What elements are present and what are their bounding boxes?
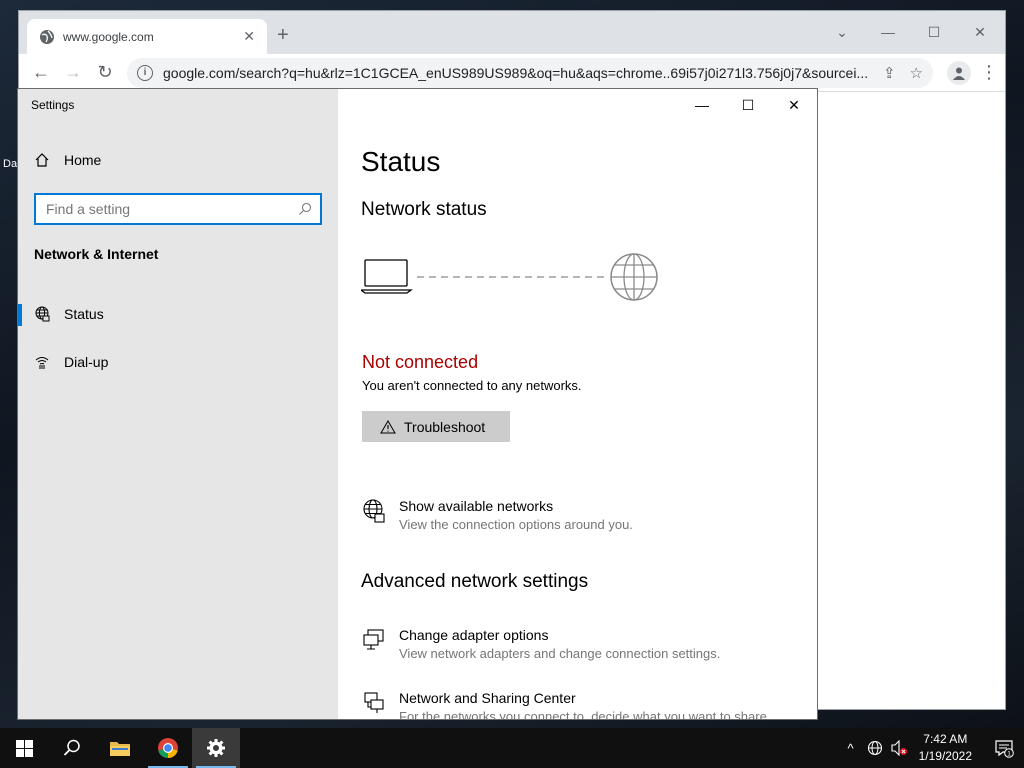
file-explorer-button[interactable] [96, 728, 144, 768]
browser-tab[interactable]: www.google.com ✕ [27, 19, 267, 54]
browser-toolbar: ← → ↻ i google.com/search?q=hu&rlz=1C1GC… [19, 54, 1005, 92]
close-icon[interactable]: ✕ [957, 17, 1003, 47]
search-icon[interactable] [298, 202, 312, 216]
internet-globe-icon [610, 253, 658, 301]
sidebar-item-dial-up[interactable]: Dial-up [18, 342, 338, 382]
new-tab-icon[interactable]: + [277, 25, 289, 45]
sharing-center-icon [364, 692, 384, 713]
sidebar-item-label: Status [64, 306, 104, 322]
settings-taskbar-button[interactable] [192, 728, 240, 768]
globe-icon [35, 306, 50, 322]
clock-time: 7:42 AM [923, 732, 968, 746]
profile-avatar-icon[interactable] [947, 60, 971, 85]
address-bar[interactable]: i google.com/search?q=hu&rlz=1C1GCEA_enU… [127, 57, 933, 88]
maximize-icon[interactable]: ☐ [911, 17, 957, 47]
chrome-taskbar-button[interactable] [144, 728, 192, 768]
chrome-icon [158, 738, 178, 758]
link-text: Change adapter options View network adap… [399, 626, 720, 663]
bookmark-star-icon[interactable]: ☆ [910, 64, 923, 82]
minimize-icon[interactable]: — [865, 17, 911, 47]
link-title: Change adapter options [399, 627, 549, 643]
globe-favicon-icon [40, 29, 54, 44]
dial-up-icon [35, 357, 49, 369]
warning-icon [380, 419, 396, 433]
tab-search-icon[interactable]: ⌄ [819, 17, 865, 47]
search-icon [63, 739, 80, 756]
forward-arrow-icon[interactable]: → [57, 59, 89, 87]
link-subtitle: View the connection options around you. [399, 517, 633, 532]
window-title: Settings [31, 98, 75, 112]
site-info-icon[interactable]: i [137, 64, 153, 81]
change-adapter-options-link[interactable]: Change adapter options View network adap… [362, 626, 720, 663]
globe-network-icon [363, 499, 385, 523]
sidebar-item-status[interactable]: Status [18, 294, 338, 334]
troubleshoot-button[interactable]: Troubleshoot [362, 411, 510, 442]
url-text: google.com/search?q=hu&rlz=1C1GCEA_enUS9… [163, 64, 869, 81]
system-tray: ^ 7:42 AM 1/19/2022 1 [839, 728, 1024, 768]
chevron-up-icon[interactable]: ^ [839, 741, 863, 756]
show-available-networks-link[interactable]: Show available networks View the connect… [362, 497, 633, 534]
action-center-button[interactable]: 1 [984, 738, 1024, 758]
tab-close-icon[interactable]: ✕ [243, 28, 255, 45]
share-icon[interactable]: ⇪ [883, 64, 896, 82]
network-diagram [361, 253, 658, 301]
windows-logo-icon [15, 739, 33, 757]
clock-date: 1/19/2022 [918, 749, 972, 763]
notification-icon: 1 [995, 740, 1014, 758]
link-title: Network and Sharing Center [399, 690, 576, 706]
home-icon [35, 153, 49, 167]
tab-strip: www.google.com ✕ + ⌄ — ☐ ✕ [19, 11, 1005, 54]
gear-icon [207, 739, 225, 757]
settings-window-controls: — ☐ ✕ [679, 89, 817, 121]
link-title: Show available networks [399, 498, 554, 514]
sidebar-item-label: Dial-up [64, 354, 109, 370]
network-status-heading: Network status [361, 199, 487, 220]
link-subtitle: View network adapters and change connect… [399, 646, 721, 661]
maximize-icon[interactable]: ☐ [725, 89, 771, 121]
volume-muted-icon[interactable] [887, 740, 911, 756]
start-button[interactable] [0, 728, 48, 768]
home-label: Home [64, 152, 102, 168]
section-title: Network & Internet [34, 246, 159, 262]
link-text: Network and Sharing Center For the netwo… [399, 689, 771, 720]
minimize-icon[interactable]: — [679, 89, 725, 121]
find-setting-input[interactable] [46, 201, 298, 217]
network-sharing-center-link[interactable]: Network and Sharing Center For the netwo… [362, 689, 771, 720]
settings-sidebar: Settings Home Network & Internet Status [18, 89, 338, 719]
link-text: Show available networks View the connect… [399, 497, 633, 534]
link-subtitle: For the networks you connect to, decide … [399, 709, 771, 720]
browser-window-controls: ⌄ — ☐ ✕ [819, 17, 1003, 47]
advanced-settings-heading: Advanced network settings [361, 571, 589, 592]
notification-count: 1 [1007, 750, 1011, 757]
home-nav-item[interactable]: Home [34, 152, 101, 168]
settings-window: Settings Home Network & Internet Status [17, 88, 818, 720]
kebab-menu-icon[interactable]: ⋮ [979, 62, 999, 83]
folder-icon [110, 742, 130, 756]
search-button[interactable] [48, 728, 96, 768]
back-arrow-icon[interactable]: ← [25, 59, 57, 87]
connection-status-description: You aren't connected to any networks. [362, 378, 582, 393]
reload-icon[interactable]: ↻ [89, 59, 121, 87]
network-globe-icon[interactable] [863, 740, 887, 756]
page-title: Status [361, 146, 441, 177]
settings-search-box[interactable] [34, 193, 322, 225]
connection-status-text: Not connected [362, 352, 479, 372]
clock[interactable]: 7:42 AM 1/19/2022 [919, 731, 972, 765]
close-icon[interactable]: ✕ [771, 89, 817, 121]
tab-title: www.google.com [63, 29, 154, 44]
taskbar: ^ 7:42 AM 1/19/2022 1 [0, 728, 1024, 768]
troubleshoot-label: Troubleshoot [404, 418, 486, 435]
settings-content: — ☐ ✕ Status Network status Not connecte… [338, 89, 817, 719]
network-adapter-icon [363, 629, 384, 650]
desktop-icon-label: Da [3, 158, 18, 170]
desktop-icon-edge[interactable]: Da [0, 150, 18, 270]
laptop-icon [361, 259, 413, 294]
